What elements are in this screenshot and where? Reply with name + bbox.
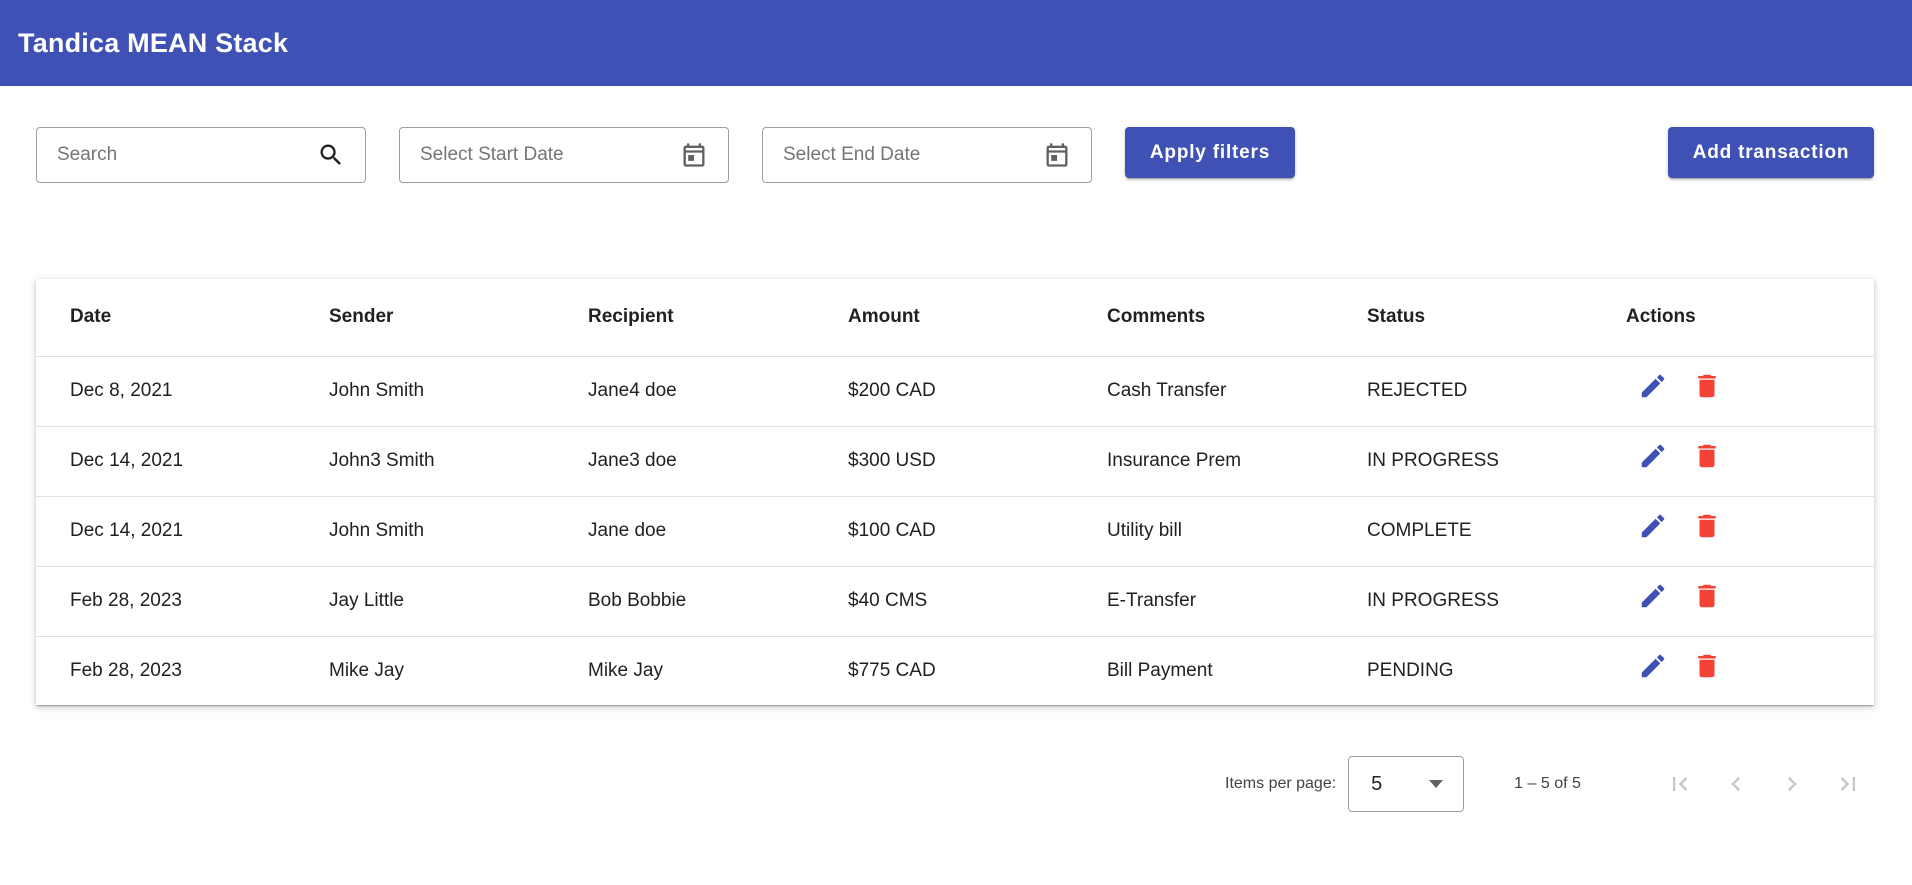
table-row: Dec 14, 2021 John Smith Jane doe $100 CA… <box>36 496 1874 567</box>
calendar-icon[interactable] <box>1043 141 1071 169</box>
cell-status: IN PROGRESS <box>1333 426 1592 497</box>
start-date-field[interactable] <box>399 127 729 183</box>
cell-amount: $40 CMS <box>814 566 1073 637</box>
first-page-icon[interactable] <box>1652 764 1708 804</box>
cell-comments: Bill Payment <box>1107 660 1213 682</box>
cell-actions <box>1592 496 1874 567</box>
end-date-field[interactable] <box>762 127 1092 183</box>
cell-actions <box>1592 356 1874 427</box>
search-field[interactable] <box>36 127 366 183</box>
next-page-icon[interactable] <box>1764 764 1820 804</box>
cell-date: Dec 14, 2021 <box>36 496 295 567</box>
cell-amount: $300 USD <box>814 426 1073 497</box>
page-navigation <box>1652 764 1876 804</box>
cell-date: Feb 28, 2023 <box>36 566 295 637</box>
cell-date: Feb 28, 2023 <box>70 660 182 682</box>
cell-sender: John Smith <box>295 496 554 567</box>
cell-recipient: Mike Jay <box>588 660 663 682</box>
header-amount[interactable]: Amount <box>814 279 1073 357</box>
edit-icon[interactable] <box>1638 581 1668 611</box>
cell-comments: Cash Transfer <box>1073 356 1333 427</box>
calendar-icon[interactable] <box>680 141 708 169</box>
end-date-input[interactable] <box>783 144 1043 166</box>
cell-amount: $775 CAD <box>848 660 936 682</box>
search-icon[interactable] <box>317 141 345 169</box>
delete-icon[interactable] <box>1692 441 1722 471</box>
cell-date: Dec 14, 2021 <box>36 426 295 497</box>
app-title: Tandica MEAN Stack <box>18 27 289 58</box>
last-page-icon[interactable] <box>1820 764 1876 804</box>
app-toolbar: Tandica MEAN Stack <box>0 0 1912 86</box>
transactions-table-card: Date Sender Recipient Amount Comments St… <box>36 279 1874 705</box>
delete-icon[interactable] <box>1692 371 1722 401</box>
cell-status: PENDING <box>1367 660 1454 682</box>
cell-sender: John Smith <box>295 356 554 427</box>
cell-sender: Mike Jay <box>329 660 404 682</box>
cell-status: IN PROGRESS <box>1333 566 1592 637</box>
cell-amount: $200 CAD <box>814 356 1073 427</box>
dropdown-arrow-icon <box>1429 775 1444 793</box>
items-per-page-label: Items per page: <box>1225 775 1337 792</box>
cell-comments: Utility bill <box>1073 496 1333 567</box>
page-size-select[interactable]: 5 <box>1348 756 1465 812</box>
edit-icon[interactable] <box>1638 371 1668 401</box>
delete-icon[interactable] <box>1692 581 1722 611</box>
table-row: Dec 8, 2021 John Smith Jane4 doe $200 CA… <box>36 356 1874 427</box>
start-date-input[interactable] <box>420 144 680 166</box>
add-transaction-button[interactable]: Add transaction <box>1668 127 1874 178</box>
header-date[interactable]: Date <box>36 279 295 357</box>
header-sender[interactable]: Sender <box>295 279 554 357</box>
header-actions: Actions <box>1592 279 1874 357</box>
cell-status: REJECTED <box>1333 356 1592 427</box>
cell-amount: $100 CAD <box>814 496 1073 567</box>
cell-actions <box>1592 426 1874 497</box>
search-input[interactable] <box>57 144 317 166</box>
cell-actions <box>1592 566 1874 637</box>
delete-icon[interactable] <box>1692 511 1722 541</box>
table-header-row: Date Sender Recipient Amount Comments St… <box>36 279 1874 357</box>
page-range-label: 1 – 5 of 5 <box>1514 775 1581 792</box>
table-row: Feb 28, 2023 Mike Jay Mike Jay $775 CAD … <box>36 636 1874 706</box>
table-row: Dec 14, 2021 John3 Smith Jane3 doe $300 … <box>36 426 1874 497</box>
edit-icon[interactable] <box>1638 441 1668 471</box>
delete-icon[interactable] <box>1692 651 1722 681</box>
cell-comments: Insurance Prem <box>1073 426 1333 497</box>
cell-status: COMPLETE <box>1333 496 1592 567</box>
cell-recipient: Jane4 doe <box>554 356 814 427</box>
previous-page-icon[interactable] <box>1708 764 1764 804</box>
cell-sender: Jay Little <box>295 566 554 637</box>
page-size-value: 5 <box>1371 772 1383 795</box>
transactions-table: Date Sender Recipient Amount Comments St… <box>36 279 1874 706</box>
edit-icon[interactable] <box>1638 651 1668 681</box>
cell-sender: John3 Smith <box>295 426 554 497</box>
cell-comments: E-Transfer <box>1073 566 1333 637</box>
cell-recipient: Jane doe <box>554 496 814 567</box>
header-recipient[interactable]: Recipient <box>554 279 814 357</box>
cell-date: Dec 8, 2021 <box>36 356 295 427</box>
header-comments[interactable]: Comments <box>1073 279 1333 357</box>
header-status[interactable]: Status <box>1333 279 1592 357</box>
cell-recipient: Jane3 doe <box>554 426 814 497</box>
paginator: Items per page: 5 1 – 5 of 5 <box>1200 756 1900 812</box>
cell-recipient: Bob Bobbie <box>554 566 814 637</box>
apply-filters-button[interactable]: Apply filters <box>1125 127 1295 178</box>
table-row: Feb 28, 2023 Jay Little Bob Bobbie $40 C… <box>36 566 1874 637</box>
cell-actions <box>1592 636 1874 706</box>
edit-icon[interactable] <box>1638 511 1668 541</box>
